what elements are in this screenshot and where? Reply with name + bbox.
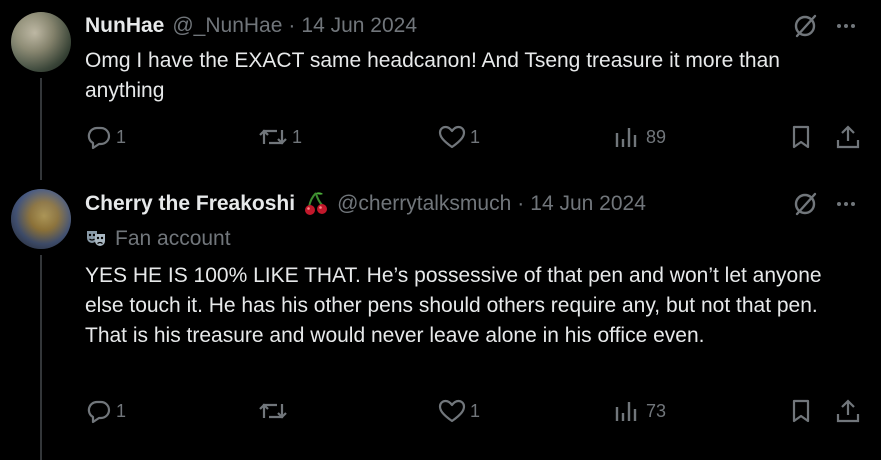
display-name[interactable]: NunHae (85, 14, 164, 38)
display-name[interactable]: Cherry the Freakoshi (85, 192, 295, 216)
user-handle[interactable]: @cherrytalksmuch (337, 192, 511, 216)
tweet-actions: 1 1 1 89 (0, 124, 881, 154)
reply-button[interactable]: 1 (86, 398, 126, 424)
repost-button[interactable] (258, 398, 292, 424)
share-icon (836, 399, 860, 423)
reply-count: 1 (116, 126, 127, 147)
grok-icon[interactable] (792, 13, 818, 39)
cherries-emoji (303, 191, 329, 217)
share-icon (836, 125, 860, 149)
views-button[interactable]: 73 (614, 398, 666, 424)
share-button[interactable] (835, 124, 861, 150)
repost-button[interactable]: 1 (258, 124, 302, 150)
tweet-header: Cherry the Freakoshi @cherrytalksmuch · … (85, 190, 646, 218)
avatar[interactable] (11, 12, 71, 72)
views-button[interactable]: 89 (614, 124, 666, 150)
repost-icon (259, 403, 287, 419)
like-count: 1 (470, 400, 481, 421)
account-label: Fan account (85, 227, 231, 251)
reply-count: 1 (116, 400, 127, 421)
heart-icon (438, 399, 466, 423)
separator: · (288, 14, 296, 37)
masks-icon (85, 228, 107, 250)
bookmark-button[interactable] (790, 398, 812, 424)
grok-icon[interactable] (792, 191, 818, 217)
bookmark-icon (792, 125, 810, 149)
like-button[interactable]: 1 (438, 398, 480, 424)
tweet-top-actions (792, 191, 858, 217)
more-icon[interactable] (834, 192, 858, 216)
heart-icon (438, 125, 466, 149)
badge-label: Fan account (115, 227, 231, 250)
tweet-text: YES HE IS 100% LIKE THAT. He’s possessiv… (85, 264, 822, 347)
repost-icon (259, 129, 287, 145)
user-handle[interactable]: @_NunHae (172, 14, 282, 38)
tweet-text: Omg I have the EXACT same headcanon! And… (85, 49, 780, 102)
reply-button[interactable]: 1 (86, 124, 126, 150)
avatar[interactable] (11, 189, 71, 249)
views-icon (615, 128, 637, 147)
tweet-top-actions (792, 13, 858, 39)
views-icon (615, 402, 637, 421)
bookmark-button[interactable] (790, 124, 812, 150)
view-count: 89 (646, 126, 667, 147)
like-button[interactable]: 1 (438, 124, 480, 150)
reply-icon (87, 400, 111, 424)
timestamp[interactable]: 14 Jun 2024 (301, 14, 417, 38)
bookmark-icon (792, 399, 810, 423)
share-button[interactable] (835, 398, 861, 424)
tweet-header: NunHae @_NunHae · 14 Jun 2024 (85, 12, 417, 40)
repost-count: 1 (292, 126, 303, 147)
view-count: 73 (646, 400, 667, 421)
timestamp[interactable]: 14 Jun 2024 (530, 192, 646, 216)
more-icon[interactable] (834, 14, 858, 38)
like-count: 1 (470, 126, 481, 147)
thread-line (40, 255, 42, 460)
tweet-actions: 1 1 73 (0, 398, 881, 428)
separator: · (517, 192, 525, 215)
reply-icon (87, 126, 111, 150)
